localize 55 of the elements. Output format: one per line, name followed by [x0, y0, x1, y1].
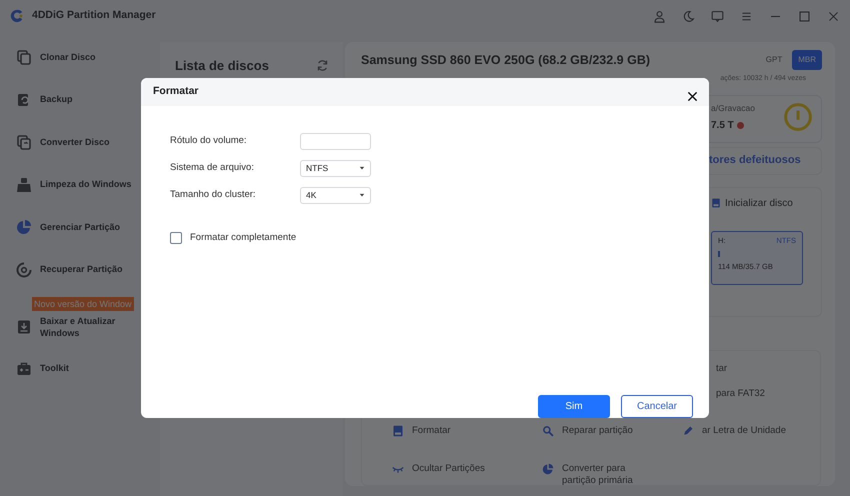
disk-title: Samsung SSD 860 EVO 250G (68.2 GB/232.9 GB): [361, 52, 650, 69]
field-label: Rótulo do volume:: [170, 134, 248, 148]
download-icon: [16, 319, 32, 335]
health-label: a/Gravacao: [711, 102, 755, 114]
action-item[interactable]: tar: [716, 362, 728, 376]
sidebar-item[interactable]: Clonar Disco: [0, 42, 160, 72]
checkbox[interactable]: [170, 232, 182, 244]
cancel-button[interactable]: Cancelar: [621, 395, 693, 418]
sidebar-item[interactable]: Converter Disco: [0, 127, 160, 157]
action-item[interactable]: Ocultar Partições: [392, 462, 485, 476]
dropdown-field[interactable]: NTFS: [300, 160, 371, 177]
action-item[interactable]: ar Letra de Unidade: [682, 424, 786, 438]
refresh-icon[interactable]: [316, 59, 329, 72]
initialize-disk-button[interactable]: Inicializar disco: [711, 196, 793, 210]
partition-style-tab[interactable]: MBR: [792, 50, 822, 70]
logo-icon: [10, 9, 24, 23]
caret-icon: [359, 192, 365, 198]
dialog-title: Formatar: [153, 84, 199, 100]
sidebar-item[interactable]: Gerenciar Partição: [0, 212, 160, 242]
dropdown-field[interactable]: 4K: [300, 186, 371, 204]
action-item[interactable]: para FAT32: [716, 388, 765, 400]
checkbox-label: Formatar completamente: [190, 230, 296, 245]
field-label: Sistema de arquivo:: [170, 161, 255, 176]
pencil-icon: [682, 424, 694, 436]
maximize-icon[interactable]: [798, 10, 811, 22]
copy-icon: [16, 134, 32, 150]
close-icon[interactable]: [827, 10, 840, 22]
app-title: 4DDiG Partition Manager: [32, 8, 156, 24]
sidebar-item[interactable]: Baixar e Atualizar Windows: [0, 313, 160, 341]
action-item[interactable]: Formatar: [392, 424, 451, 438]
copy-icon: [16, 49, 32, 65]
magnifier-icon: [542, 424, 554, 436]
toolbox-icon: [16, 360, 32, 376]
close-icon: [686, 91, 698, 102]
partition-style-tab[interactable]: GPT: [760, 50, 788, 70]
field-label: Tamanho do cluster:: [170, 188, 257, 202]
user-icon[interactable]: [653, 10, 666, 22]
confirm-button[interactable]: Sim: [538, 395, 610, 418]
moon-icon[interactable]: [682, 10, 695, 22]
action-item[interactable]: Reparar partição: [542, 424, 633, 438]
sidebar-item[interactable]: Limpeza do Windows: [0, 170, 160, 200]
caret-icon: [359, 165, 365, 172]
sidebar-item[interactable]: Recuperar Partição: [0, 254, 160, 284]
health-value: 7.5 T: [711, 119, 734, 134]
menu-icon[interactable]: [740, 10, 753, 22]
action-item[interactable]: Converter para partição primária: [542, 462, 650, 488]
panel-title: Lista de discos: [175, 57, 269, 75]
input-field[interactable]: [300, 132, 371, 150]
pie-chart-icon: [542, 462, 554, 474]
sidebar-item[interactable]: Toolkit: [0, 354, 160, 384]
recovery-icon: [16, 262, 32, 278]
message-icon[interactable]: [711, 10, 724, 22]
pie-chart-icon: [16, 219, 32, 235]
exclamation-circle-icon: [783, 102, 813, 132]
new-version-badge: Novo versão do Window: [32, 297, 134, 311]
